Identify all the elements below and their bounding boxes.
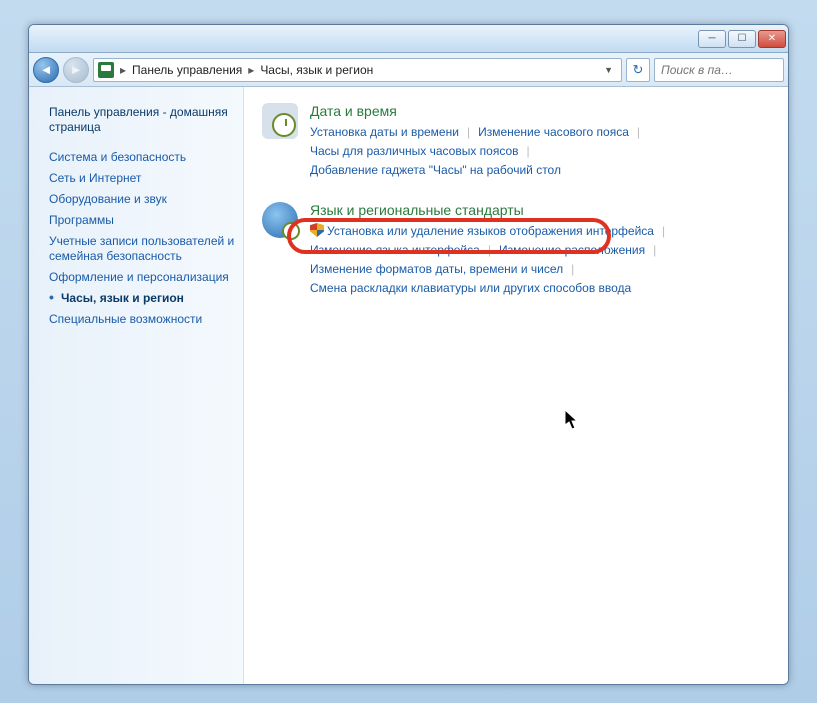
maximize-button[interactable]: ☐ xyxy=(728,30,756,48)
sidebar-home[interactable]: Панель управления - домашняя страница xyxy=(49,105,237,135)
sidebar: Панель управления - домашняя страница Си… xyxy=(29,87,244,684)
sidebar-item-0[interactable]: Система и безопасность xyxy=(49,147,237,168)
sidebar-item-2[interactable]: Оборудование и звук xyxy=(49,189,237,210)
globe-icon xyxy=(262,202,298,238)
section-globe: Язык и региональные стандарты Установка и… xyxy=(262,202,770,298)
address-bar[interactable]: ▸ Панель управления ▸ Часы, язык и регио… xyxy=(93,58,622,82)
search-box[interactable] xyxy=(654,58,784,82)
refresh-button[interactable]: ↻ xyxy=(626,58,650,82)
nav-row: ◄ ► ▸ Панель управления ▸ Часы, язык и р… xyxy=(29,53,788,87)
task-link-0-0[interactable]: Установка даты и времени xyxy=(310,123,459,142)
task-link-1-4[interactable]: Смена раскладки клавиатуры или других сп… xyxy=(310,279,631,298)
sidebar-item-5[interactable]: Оформление и персонализация xyxy=(49,267,237,288)
task-link-1-0[interactable]: Установка или удаление языков отображени… xyxy=(310,222,654,241)
breadcrumb-current[interactable]: Часы, язык и регион xyxy=(260,63,373,77)
breadcrumb-root[interactable]: Панель управления xyxy=(132,63,242,77)
titlebar: ─ ☐ ✕ xyxy=(29,25,788,53)
forward-button[interactable]: ► xyxy=(63,57,89,83)
link-separator: | xyxy=(571,260,574,279)
task-link-0-3[interactable]: Добавление гаджета "Часы" на рабочий сто… xyxy=(310,161,561,180)
link-separator: | xyxy=(488,241,491,260)
content-area: Дата и времяУстановка даты и времени|Изм… xyxy=(244,87,788,684)
section-clock: Дата и времяУстановка даты и времени|Изм… xyxy=(262,103,770,180)
control-panel-icon xyxy=(98,62,114,78)
link-separator: | xyxy=(653,241,656,260)
sidebar-item-7[interactable]: Специальные возможности xyxy=(49,309,237,330)
task-link-0-1[interactable]: Изменение часового пояса xyxy=(478,123,629,142)
task-link-1-1[interactable]: Изменение языка интерфейса xyxy=(310,241,480,260)
control-panel-window: ─ ☐ ✕ ◄ ► ▸ Панель управления ▸ Часы, яз… xyxy=(28,24,789,685)
back-button[interactable]: ◄ xyxy=(33,57,59,83)
section-links-0: Установка даты и времени|Изменение часов… xyxy=(310,123,770,180)
breadcrumb-sep: ▸ xyxy=(248,63,254,77)
link-separator: | xyxy=(467,123,470,142)
section-title-1[interactable]: Язык и региональные стандарты xyxy=(310,202,770,218)
link-separator: | xyxy=(662,222,665,241)
sidebar-item-1[interactable]: Сеть и Интернет xyxy=(49,168,237,189)
task-link-1-2[interactable]: Изменение расположения xyxy=(499,241,645,260)
link-separator: | xyxy=(637,123,640,142)
task-link-1-3[interactable]: Изменение форматов даты, времени и чисел xyxy=(310,260,563,279)
sidebar-item-3[interactable]: Программы xyxy=(49,210,237,231)
task-link-0-2[interactable]: Часы для различных часовых поясов xyxy=(310,142,519,161)
link-separator: | xyxy=(527,142,530,161)
close-button[interactable]: ✕ xyxy=(758,30,786,48)
clock-icon xyxy=(262,103,298,139)
minimize-button[interactable]: ─ xyxy=(698,30,726,48)
sidebar-item-6[interactable]: Часы, язык и регион xyxy=(49,288,237,309)
sidebar-item-4[interactable]: Учетные записи пользователей и семейная … xyxy=(49,231,237,267)
section-links-1: Установка или удаление языков отображени… xyxy=(310,222,770,298)
breadcrumb-sep: ▸ xyxy=(120,63,126,77)
shield-icon xyxy=(310,223,324,237)
search-input[interactable] xyxy=(661,63,777,77)
address-dropdown-icon[interactable]: ▼ xyxy=(600,65,617,75)
section-title-0[interactable]: Дата и время xyxy=(310,103,770,119)
